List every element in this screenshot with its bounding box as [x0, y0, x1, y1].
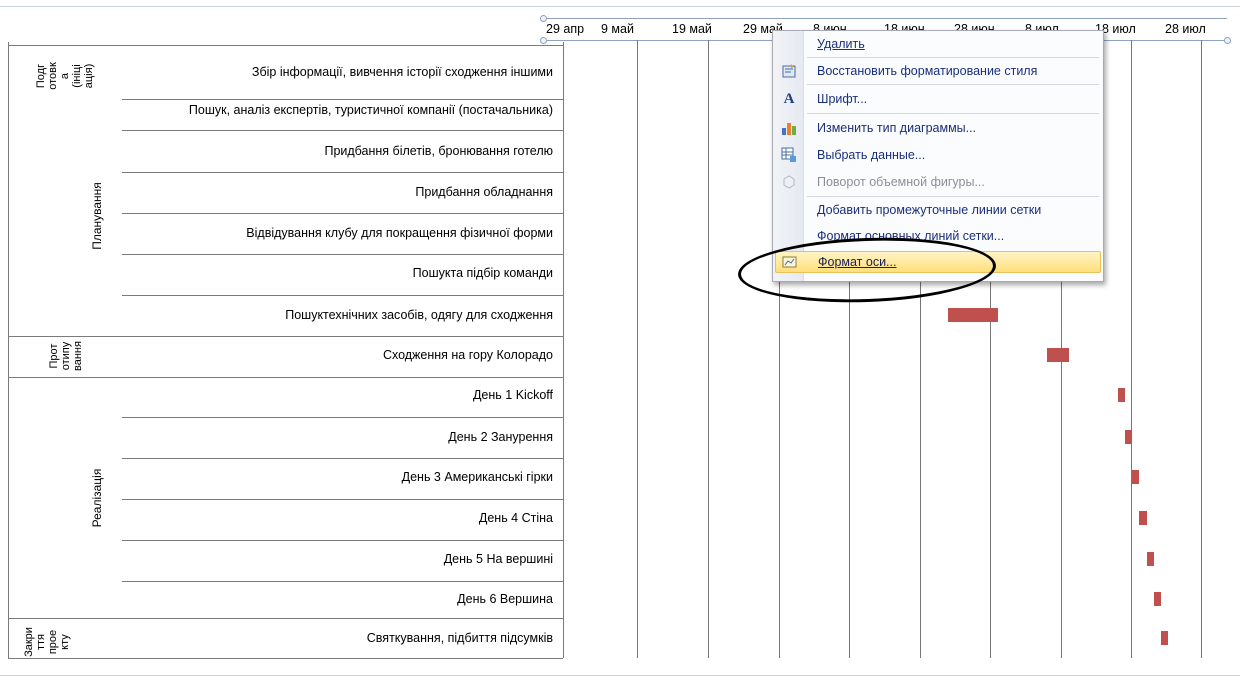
chart-top-frame — [0, 6, 1240, 7]
row-divider — [8, 658, 563, 659]
row-divider — [8, 45, 563, 46]
reset-style-icon — [781, 63, 797, 79]
task-label: Сходження на гору Колорадо — [382, 348, 553, 362]
row-divider — [122, 99, 563, 100]
gantt-bar[interactable] — [1047, 348, 1069, 362]
task-label: Відвідування клубу для покращення фізичн… — [246, 226, 553, 240]
task-label: День 5 На вершині — [443, 552, 553, 566]
gridline — [1201, 40, 1202, 658]
gantt-bar[interactable] — [1118, 388, 1126, 402]
phase-label: Планування — [90, 182, 104, 250]
row-divider — [122, 499, 563, 500]
task-label: День 4 Стіна — [478, 511, 553, 525]
selection-handle[interactable] — [540, 37, 547, 44]
gantt-bar[interactable] — [1160, 631, 1168, 645]
gantt-bar[interactable] — [948, 308, 998, 322]
phase-label: Закри ття прое кту — [23, 627, 71, 657]
task-label: День 2 Занурення — [448, 430, 553, 444]
menu-item-3d-rotation[interactable]: Поворот объемной фигуры... — [775, 171, 1099, 193]
task-label: Святкування, підбиття підсумків — [366, 631, 553, 645]
selection-handle[interactable] — [540, 15, 547, 22]
row-divider — [122, 581, 563, 582]
font-icon: A — [783, 91, 795, 107]
task-label: Пошук, аналіз експертів, туристичної ком… — [188, 103, 553, 117]
selection-handle[interactable] — [1224, 37, 1231, 44]
row-divider — [122, 458, 563, 459]
row-divider — [122, 172, 563, 173]
axis-tick-label: 19 май — [672, 22, 712, 36]
row-divider — [8, 618, 563, 619]
row-divider — [122, 254, 563, 255]
3d-rotation-icon — [781, 174, 797, 190]
row-divider — [122, 213, 563, 214]
row-divider — [122, 417, 563, 418]
menu-item-delete[interactable]: Удалить — [775, 33, 1099, 55]
chart-type-icon — [781, 120, 797, 136]
task-label: День 6 Вершина — [457, 592, 553, 606]
menu-item-font[interactable]: A Шрифт... — [775, 88, 1099, 110]
axis-tick-label: 29 апр — [546, 22, 585, 36]
phase-label: Реалізація — [90, 468, 104, 528]
gantt-bar[interactable] — [1153, 592, 1161, 606]
gridline — [637, 40, 638, 658]
phase-label: Прот отипу вання — [48, 341, 84, 371]
task-label: Придбання білетів, бронювання готелю — [324, 144, 553, 158]
task-label: Придбання обладнання — [415, 185, 553, 199]
gantt-bar[interactable] — [1132, 470, 1140, 484]
chart-bottom-frame — [0, 675, 1240, 676]
axis-tick-label: 28 июл — [1165, 22, 1206, 36]
axis-selection-box[interactable] — [543, 18, 1227, 19]
task-label: Збір інформації, вивчення історії сходже… — [251, 65, 553, 79]
menu-item-reset-style[interactable]: Восстановить форматирование стиля — [775, 60, 1099, 82]
task-label: Пошуктехнічних засобів, одягу для сходже… — [285, 308, 553, 322]
row-divider — [122, 540, 563, 541]
menu-item-change-chart-type[interactable]: Изменить тип диаграммы... — [775, 117, 1099, 139]
task-label: Пошукта підбір команди — [412, 266, 553, 280]
row-divider — [122, 295, 563, 296]
axis-tick-label: 9 май — [601, 22, 634, 36]
gridline — [708, 40, 709, 658]
phase-label: Подг отовк а (ініці ація) — [35, 62, 95, 90]
select-data-icon — [781, 147, 797, 163]
menu-item-select-data[interactable]: Выбрать данные... — [775, 144, 1099, 166]
gantt-bar[interactable] — [1139, 511, 1147, 525]
task-label: День 1 Kickoff — [472, 388, 553, 402]
menu-item-add-minor-gridlines[interactable]: Добавить промежуточные линии сетки — [775, 199, 1099, 221]
gantt-bar[interactable] — [1125, 430, 1133, 444]
row-divider — [122, 130, 563, 131]
task-label: День 3 Американські гірки — [401, 470, 553, 484]
gantt-bar[interactable] — [1146, 552, 1154, 566]
gridline — [1131, 40, 1132, 658]
